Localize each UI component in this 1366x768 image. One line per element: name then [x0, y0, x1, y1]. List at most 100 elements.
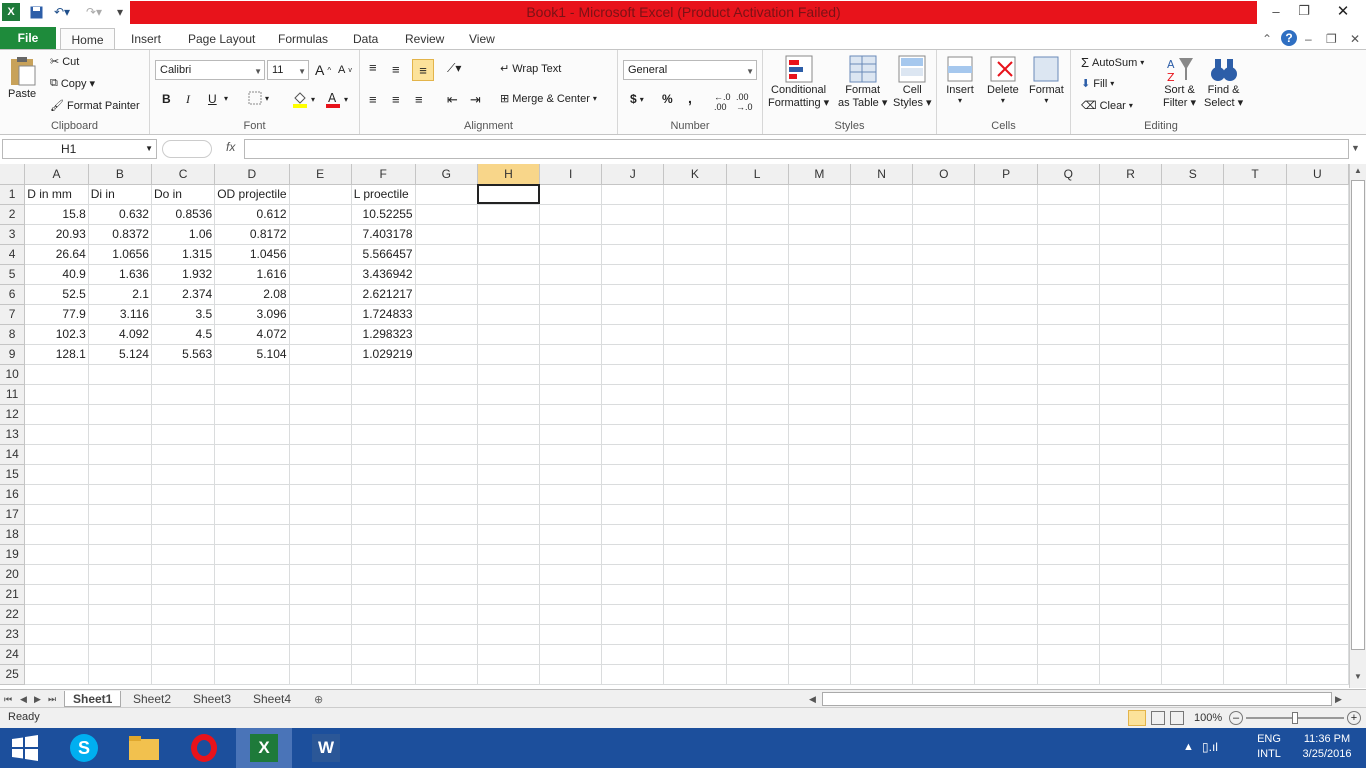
align-middle-icon[interactable]: ≡	[392, 62, 400, 77]
cell[interactable]	[1286, 224, 1349, 245]
cell[interactable]	[88, 644, 152, 665]
align-bottom-icon[interactable]: ≡	[412, 59, 434, 81]
vertical-scrollbar[interactable]: ▲ ▼	[1349, 164, 1366, 688]
cell[interactable]	[1037, 384, 1100, 405]
cell[interactable]	[788, 664, 851, 685]
cell[interactable]	[1223, 644, 1287, 665]
cell[interactable]	[24, 564, 89, 585]
comma-button[interactable]: ,	[688, 90, 692, 106]
cell[interactable]	[912, 184, 976, 205]
cell[interactable]	[477, 444, 541, 465]
cell[interactable]	[351, 504, 416, 525]
doc-close-icon[interactable]: ✕	[1350, 29, 1360, 49]
cell[interactable]	[663, 284, 727, 305]
cell[interactable]	[1161, 224, 1225, 245]
cell[interactable]: 2.1	[88, 284, 152, 305]
cell[interactable]	[663, 384, 727, 405]
cell[interactable]	[1161, 244, 1225, 265]
cell[interactable]	[24, 424, 89, 445]
tray-network-icon[interactable]: ▯.ıl	[1202, 740, 1218, 754]
cell[interactable]	[289, 244, 352, 265]
cell[interactable]	[601, 324, 665, 345]
cell[interactable]	[24, 444, 89, 465]
cell[interactable]	[289, 364, 352, 385]
cell[interactable]	[663, 404, 727, 425]
cell[interactable]	[351, 524, 416, 545]
cell[interactable]	[726, 204, 789, 225]
cell[interactable]	[850, 264, 914, 285]
cell[interactable]	[663, 464, 727, 485]
save-icon[interactable]	[28, 3, 44, 21]
cell[interactable]	[974, 184, 1038, 205]
cell[interactable]	[351, 584, 416, 605]
cell[interactable]	[539, 504, 603, 525]
zoom-level[interactable]: 100%	[1194, 712, 1222, 724]
sort-filter-button[interactable]: AZ Sort & Filter ▾	[1163, 54, 1196, 109]
cell[interactable]	[726, 584, 789, 605]
cell[interactable]	[214, 444, 290, 465]
cell[interactable]	[1286, 344, 1349, 365]
cell[interactable]	[477, 584, 541, 605]
cell[interactable]	[1223, 624, 1287, 645]
cell[interactable]	[289, 584, 352, 605]
cell[interactable]	[788, 284, 851, 305]
cell[interactable]	[1161, 624, 1225, 645]
cell[interactable]	[477, 344, 541, 365]
find-select-button[interactable]: Find & Select ▾	[1204, 54, 1243, 109]
row-header[interactable]: 14	[0, 444, 26, 465]
scroll-up-icon[interactable]: ▲	[1351, 166, 1365, 178]
cell[interactable]	[601, 404, 665, 425]
cell[interactable]	[788, 624, 851, 645]
cell[interactable]	[24, 484, 89, 505]
cell[interactable]	[539, 424, 603, 445]
scroll-left-icon[interactable]: ◀	[809, 691, 816, 707]
cell[interactable]	[1099, 524, 1163, 545]
cell[interactable]	[788, 384, 851, 405]
cell[interactable]	[88, 424, 152, 445]
cell[interactable]	[788, 564, 851, 585]
cell[interactable]	[1286, 304, 1349, 325]
cell[interactable]	[289, 384, 352, 405]
cell[interactable]	[1223, 324, 1287, 345]
cell[interactable]	[539, 464, 603, 485]
cut-button[interactable]: ✂ Cut	[50, 55, 79, 69]
minimize-button[interactable]: –	[1262, 0, 1290, 22]
cell[interactable]	[24, 384, 89, 405]
cell[interactable]	[788, 364, 851, 385]
cell[interactable]	[1223, 424, 1287, 445]
decrease-indent-icon[interactable]: ⇤	[447, 92, 458, 108]
cell[interactable]	[788, 584, 851, 605]
column-header[interactable]: K	[663, 164, 727, 185]
cell[interactable]	[1286, 464, 1349, 485]
windows-start-icon[interactable]	[0, 728, 50, 768]
cell[interactable]	[1099, 284, 1163, 305]
tab-home[interactable]: Home	[60, 28, 115, 50]
cell[interactable]	[24, 624, 89, 645]
cell[interactable]: 77.9	[24, 304, 89, 325]
opera-icon[interactable]	[176, 728, 232, 768]
cell[interactable]	[912, 244, 976, 265]
cell[interactable]	[289, 464, 352, 485]
cell[interactable]	[415, 564, 478, 585]
cell[interactable]	[663, 244, 727, 265]
column-header[interactable]: H	[477, 164, 541, 185]
cell[interactable]	[539, 544, 603, 565]
cell[interactable]	[88, 624, 152, 645]
cell[interactable]	[477, 464, 541, 485]
cell[interactable]	[788, 464, 851, 485]
cell[interactable]	[601, 484, 665, 505]
cell[interactable]	[1099, 364, 1163, 385]
font-color-icon[interactable]: A ▾	[325, 90, 348, 108]
cell[interactable]	[477, 204, 541, 225]
cell[interactable]	[289, 264, 352, 285]
insert-sheet-icon[interactable]: ⊕	[314, 691, 323, 707]
cell[interactable]: 1.636	[88, 264, 152, 285]
scroll-down-icon[interactable]: ▼	[1351, 672, 1365, 684]
cell[interactable]	[726, 644, 789, 665]
cell[interactable]	[1161, 344, 1225, 365]
column-header[interactable]: F	[351, 164, 416, 185]
cell[interactable]	[974, 224, 1038, 245]
cell[interactable]	[477, 544, 541, 565]
cell[interactable]	[663, 184, 727, 205]
cell[interactable]	[151, 584, 216, 605]
